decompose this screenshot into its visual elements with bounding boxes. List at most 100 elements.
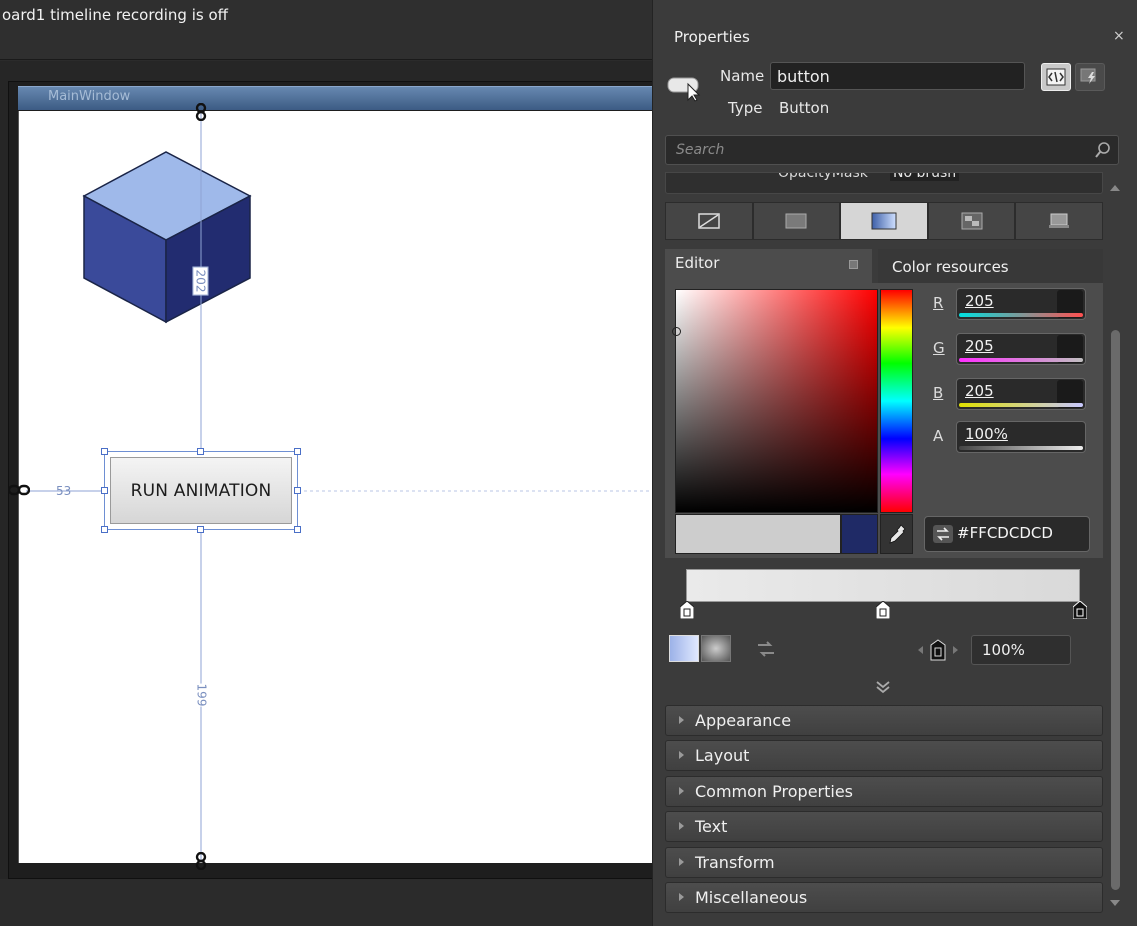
property-list: OpacityMask No brush Editor Color resour… xyxy=(665,172,1103,922)
category-label: Appearance xyxy=(695,711,792,730)
editor-tab[interactable]: Editor xyxy=(665,249,872,283)
gradient-offset-input[interactable]: 100% xyxy=(971,635,1071,665)
color-swap-icon[interactable] xyxy=(933,525,953,543)
expand-arrow-icon xyxy=(679,858,684,866)
properties-icon xyxy=(1046,68,1066,86)
blue-channel-label: B xyxy=(933,384,944,402)
radial-gradient-button[interactable] xyxy=(701,635,731,662)
tile-brush-icon xyxy=(961,212,983,230)
green-channel-input[interactable]: 205 xyxy=(956,333,1086,365)
no-brush-tab[interactable] xyxy=(665,202,753,240)
type-label: Type xyxy=(728,99,763,117)
properties-mode-button[interactable] xyxy=(1041,63,1071,91)
resize-handle-r[interactable] xyxy=(294,487,301,494)
opacity-mask-value: No brush xyxy=(890,173,960,181)
scroll-down-icon[interactable] xyxy=(1110,900,1120,906)
expand-arrow-icon xyxy=(679,893,684,901)
opacity-mask-row[interactable]: OpacityMask No brush xyxy=(665,172,1103,194)
gradient-offset-value: 100% xyxy=(982,641,1025,659)
hex-color-value: #FFCDCDCD xyxy=(957,524,1053,542)
opacity-mask-label: OpacityMask xyxy=(778,172,868,181)
green-channel-label: G xyxy=(933,339,945,357)
category-label: Common Properties xyxy=(695,782,854,801)
expand-arrow-icon xyxy=(679,751,684,759)
solid-color-brush-tab[interactable] xyxy=(752,202,841,240)
resize-handle-bl[interactable] xyxy=(101,526,108,533)
margin-left-label[interactable]: 53 xyxy=(56,484,71,498)
brush-resources-icon xyxy=(1049,213,1070,228)
pin-icon[interactable] xyxy=(849,260,858,269)
red-channel-label: R xyxy=(933,294,944,312)
green-channel-value: 205 xyxy=(965,337,994,355)
expand-arrow-icon xyxy=(679,787,684,795)
category-label: Layout xyxy=(695,746,750,765)
previous-color-swatch[interactable] xyxy=(841,514,878,554)
chevron-double-down-icon[interactable] xyxy=(873,680,893,694)
scrollbar-thumb[interactable] xyxy=(1111,330,1120,890)
resize-handle-l[interactable] xyxy=(101,487,108,494)
gradient-brush-icon xyxy=(871,212,897,230)
margin-bottom-label[interactable]: 199 xyxy=(194,683,209,707)
color-picker-cursor[interactable] xyxy=(672,327,681,336)
category-miscellaneous[interactable]: Miscellaneous xyxy=(665,882,1103,913)
gradient-stop-end-selected[interactable] xyxy=(1073,601,1087,619)
events-mode-button[interactable] xyxy=(1075,63,1105,91)
blue-channel-input[interactable]: 205 xyxy=(956,378,1086,410)
lightning-icon xyxy=(1080,68,1096,84)
resize-handle-tl[interactable] xyxy=(101,448,108,455)
search-icon[interactable] xyxy=(1094,141,1112,159)
window-title: MainWindow xyxy=(48,89,131,104)
top-margin-link-icon[interactable] xyxy=(194,103,208,121)
hue-slider[interactable] xyxy=(880,289,913,513)
timeline-recording-status: oard1 timeline recording is off xyxy=(2,6,228,24)
alpha-channel-input[interactable]: 100% xyxy=(956,421,1086,453)
category-appearance[interactable]: Appearance xyxy=(665,705,1103,736)
gradient-stop-start[interactable] xyxy=(680,601,694,619)
run-animation-button[interactable]: RUN ANIMATION xyxy=(110,457,292,524)
editor-tab-label: Editor xyxy=(675,254,720,272)
solid-brush-icon xyxy=(785,213,807,229)
artboard: oard1 timeline recording is off MainWind… xyxy=(0,0,655,926)
red-channel-value: 205 xyxy=(965,292,994,310)
category-label: Transform xyxy=(695,853,775,872)
no-brush-icon xyxy=(698,213,720,229)
resize-handle-t[interactable] xyxy=(197,448,204,455)
resize-handle-b[interactable] xyxy=(197,526,204,533)
expand-arrow-icon xyxy=(679,716,684,724)
color-editor: R 205 G 205 B 205 A 100% #FFCDCDCD xyxy=(665,283,1103,558)
search-placeholder: Search xyxy=(676,142,725,158)
close-icon[interactable]: × xyxy=(1113,28,1125,44)
category-text[interactable]: Text xyxy=(665,811,1103,842)
tile-brush-tab[interactable] xyxy=(927,202,1016,240)
category-layout[interactable]: Layout xyxy=(665,740,1103,771)
expand-arrow-icon xyxy=(679,822,684,830)
margin-top-label[interactable]: 202 xyxy=(192,266,209,296)
category-common-properties[interactable]: Common Properties xyxy=(665,776,1103,807)
bottom-margin-link-icon[interactable] xyxy=(194,852,208,870)
gradient-brush-tab[interactable] xyxy=(840,202,928,240)
blue-channel-value: 205 xyxy=(965,382,994,400)
reverse-gradient-icon[interactable] xyxy=(754,638,778,660)
linear-gradient-button[interactable] xyxy=(669,635,699,662)
properties-scrollbar[interactable] xyxy=(1108,180,1124,920)
window-title-bar[interactable]: MainWindow xyxy=(18,86,655,110)
property-search-box[interactable]: Search xyxy=(665,135,1119,165)
name-label: Name xyxy=(720,67,765,85)
gradient-bar[interactable] xyxy=(686,569,1080,602)
gradient-stop-stepper[interactable] xyxy=(910,638,966,662)
color-resources-label: Color resources xyxy=(892,258,1009,276)
name-input[interactable] xyxy=(770,62,1025,90)
hex-color-input[interactable]: #FFCDCDCD xyxy=(924,516,1090,552)
eyedropper-icon xyxy=(888,524,906,544)
gradient-stop-middle[interactable] xyxy=(876,601,890,619)
category-transform[interactable]: Transform xyxy=(665,847,1103,878)
color-resources-tab[interactable]: Color resources xyxy=(878,249,1103,283)
brush-resources-tab[interactable] xyxy=(1015,202,1103,240)
eyedropper-button[interactable] xyxy=(880,514,913,554)
resize-handle-br[interactable] xyxy=(294,526,301,533)
scroll-up-icon[interactable] xyxy=(1110,185,1120,191)
resize-handle-tr[interactable] xyxy=(294,448,301,455)
saturation-value-picker[interactable] xyxy=(672,289,878,513)
left-margin-link-icon[interactable] xyxy=(8,482,30,498)
red-channel-input[interactable]: 205 xyxy=(956,288,1086,320)
